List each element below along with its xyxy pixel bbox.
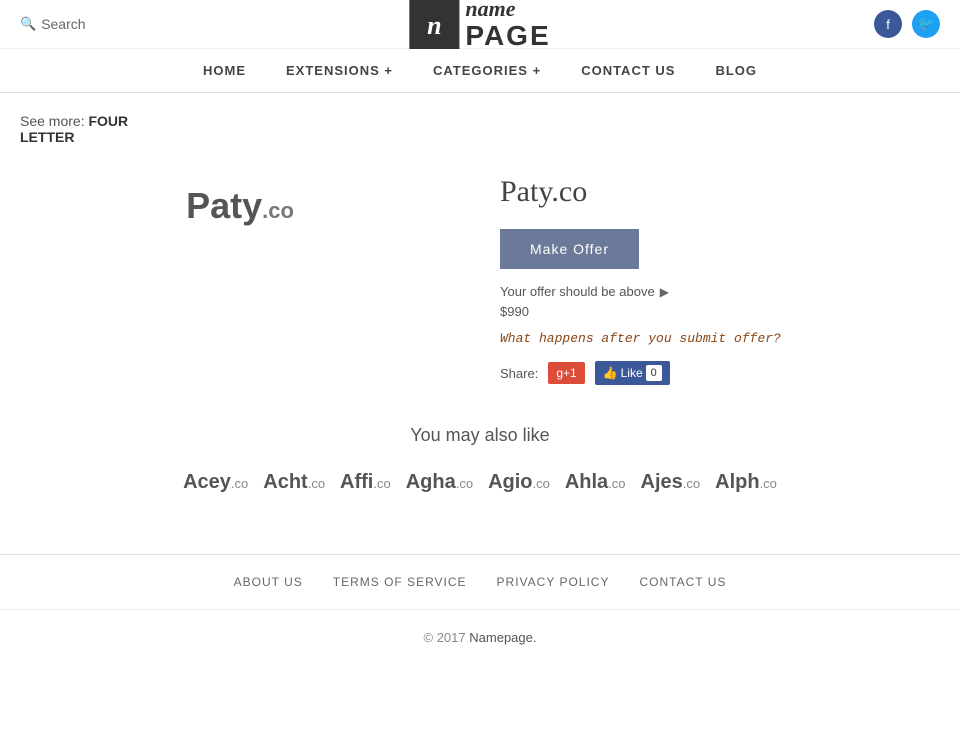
list-item[interactable]: Alph.co [715, 471, 777, 494]
list-item[interactable]: Affi.co [340, 471, 391, 494]
nav-item-categories[interactable]: CATEGORIES + [433, 63, 541, 78]
logo-page-text: PAGE [465, 21, 550, 52]
offer-price: $990 [500, 304, 940, 319]
domain-section: Paty.co Paty.co Make Offer Your offer sh… [20, 165, 940, 385]
footer-namepage-link[interactable]: Namepage. [469, 630, 536, 645]
footer-about-us[interactable]: ABOUT US [234, 575, 303, 589]
list-item[interactable]: Ahla.co [565, 471, 626, 494]
make-offer-button[interactable]: Make Offer [500, 229, 639, 269]
footer-copyright: © 2017 Namepage. [0, 610, 960, 665]
domain-logo-display: Paty.co [186, 185, 294, 227]
nav-item-extensions[interactable]: EXTENSIONS + [286, 63, 393, 78]
svg-text:n: n [427, 11, 441, 40]
social-links: f 🐦 [874, 10, 940, 38]
submit-offer-link[interactable]: What happens after you submit offer? [500, 331, 781, 346]
also-like-title: You may also like [20, 425, 940, 446]
share-row: Share: g+1 👍 Like 0 [500, 361, 940, 385]
domain-logo-area: Paty.co [20, 165, 460, 385]
thumb-icon: 👍 [603, 366, 618, 380]
share-label: Share: [500, 366, 538, 381]
list-item[interactable]: Acht.co [263, 471, 325, 494]
nav-item-blog[interactable]: BLOG [715, 63, 757, 78]
twitter-bird-icon: 🐦 [918, 16, 934, 32]
see-more-label: See more: [20, 113, 85, 129]
facebook-icon[interactable]: f [874, 10, 902, 38]
domain-title: Paty.co [500, 175, 940, 209]
footer-privacy[interactable]: PRIVACY POLICY [497, 575, 610, 589]
arrow-icon: ▶ [660, 285, 669, 299]
list-item[interactable]: Acey.co [183, 471, 248, 494]
domain-cards: Acey.co Acht.co Affi.co Agha.co Agio.co … [20, 471, 940, 494]
main-nav: HOME EXTENSIONS + CATEGORIES + CONTACT U… [0, 49, 960, 93]
fb-count: 0 [646, 365, 662, 381]
nav-item-contact[interactable]: CONTACT US [581, 63, 675, 78]
list-item[interactable]: Agio.co [488, 471, 550, 494]
breadcrumb: See more: FOUR LETTER [20, 113, 940, 145]
search-icon: 🔍 [20, 16, 36, 32]
logo-name-text: name [465, 0, 550, 21]
footer: ABOUT US TERMS OF SERVICE PRIVACY POLICY… [0, 555, 960, 665]
main-content: See more: FOUR LETTER Paty.co Paty.co Ma… [0, 93, 960, 534]
nav-item-home[interactable]: HOME [203, 63, 246, 78]
logo[interactable]: n name PAGE [409, 0, 550, 52]
search-button[interactable]: 🔍 Search [20, 16, 86, 32]
twitter-icon[interactable]: 🐦 [912, 10, 940, 38]
logo-icon: n [409, 0, 459, 49]
footer-terms[interactable]: TERMS OF SERVICE [333, 575, 467, 589]
list-item[interactable]: Agha.co [406, 471, 473, 494]
domain-info: Paty.co Make Offer Your offer should be … [500, 165, 940, 385]
search-label: Search [41, 16, 85, 32]
also-like-section: You may also like Acey.co Acht.co Affi.c… [20, 425, 940, 494]
header: 🔍 Search n name PAGE f 🐦 [0, 0, 960, 49]
footer-contact[interactable]: CONTACT US [639, 575, 726, 589]
google-plus-button[interactable]: g+1 [548, 362, 584, 384]
facebook-like-button[interactable]: 👍 Like 0 [595, 361, 670, 385]
list-item[interactable]: Ajes.co [641, 471, 701, 494]
footer-nav: ABOUT US TERMS OF SERVICE PRIVACY POLICY… [0, 555, 960, 610]
offer-hint: Your offer should be above ▶ [500, 284, 940, 299]
